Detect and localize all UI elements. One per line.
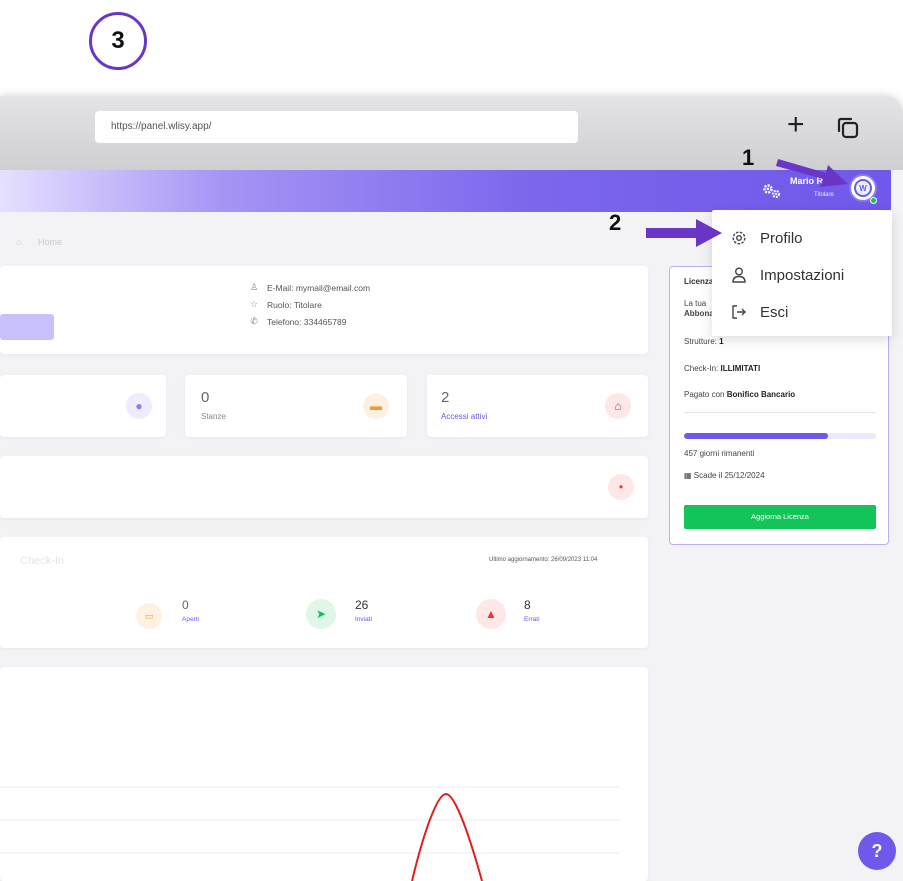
- new-tab-button[interactable]: +: [787, 110, 805, 140]
- email-label: E-Mail:: [267, 282, 294, 293]
- menu-item-settings[interactable]: Impostazioni: [730, 266, 844, 284]
- bed-icon: ▬: [363, 393, 389, 419]
- paid-value: Bonifico Bancario: [726, 390, 796, 399]
- checkin-title: Check-In: [20, 555, 65, 567]
- license-payment: Pagato con Bonifico Bancario: [684, 390, 795, 399]
- menu-item-logout[interactable]: Esci: [730, 303, 788, 321]
- structures-stat-card: ●: [0, 375, 166, 437]
- errors-label[interactable]: Errati: [524, 616, 540, 623]
- errors-value: 8: [524, 598, 531, 612]
- access-label[interactable]: Accessi attivi: [441, 412, 487, 421]
- address-bar[interactable]: https://panel.wlisy.app/: [95, 111, 578, 143]
- license-progress-fill: [684, 433, 828, 439]
- map-pin-icon: •: [608, 474, 634, 500]
- open-label[interactable]: Aperti: [182, 616, 199, 623]
- checkin-limit-label: Check-In:: [684, 364, 719, 373]
- annotation-arrow-2-icon: [646, 219, 722, 247]
- gear-icon: [732, 231, 746, 245]
- phone-label: Telefono:: [267, 316, 302, 327]
- user-dropdown-menu: Profilo Impostazioni Esci: [712, 210, 892, 336]
- last-update: Ultimo aggiornamento: 26/09/2023 11:04: [489, 557, 598, 563]
- step-number: 3: [111, 27, 125, 54]
- license-title: Licenza: [684, 277, 714, 286]
- menu-item-profile-label: Profilo: [760, 229, 803, 247]
- document-icon: ▭: [136, 603, 162, 629]
- license-divider: [684, 412, 876, 413]
- breadcrumb-home[interactable]: Home: [38, 237, 62, 247]
- profile-card: ♙ E-Mail: mymail@email.com ☆ Ruolo: Tito…: [0, 266, 648, 354]
- user-role: Titolare: [814, 192, 834, 198]
- map-card: •: [0, 456, 648, 518]
- tabs-icon[interactable]: [836, 116, 862, 140]
- breadcrumb: ⌂ Home: [16, 237, 62, 247]
- send-icon: ➤: [306, 599, 336, 629]
- open-value: 0: [182, 598, 189, 612]
- help-button[interactable]: ?: [858, 832, 896, 870]
- faded-button[interactable]: [0, 314, 54, 340]
- house-icon: ⌂: [605, 393, 631, 419]
- logout-icon: [732, 305, 746, 319]
- warning-icon: ▲: [476, 599, 506, 629]
- app-header: Mario Rossi Titolare W: [0, 170, 891, 212]
- avatar-logo: W: [854, 179, 872, 197]
- access-value: 2: [441, 389, 450, 406]
- phone-value: 334465789: [303, 316, 347, 327]
- expiry-text: Scade il 25/12/2024: [693, 471, 765, 480]
- star-icon: ☆: [249, 299, 259, 309]
- rooms-value: 0: [201, 389, 210, 406]
- menu-item-settings-label: Impostazioni: [760, 266, 845, 284]
- license-structures: Strutture: 1: [684, 337, 724, 346]
- checkin-chart: [0, 786, 620, 881]
- user-icon: ♙: [249, 282, 259, 292]
- checkin-limit-value: ILLIMITATI: [720, 364, 761, 373]
- email-row: ♙ E-Mail: mymail@email.com: [249, 282, 370, 293]
- role-label: Ruolo:: [267, 299, 292, 310]
- sent-value: 26: [355, 598, 369, 612]
- paid-label: Pagato con: [684, 390, 725, 399]
- chart-card: [0, 667, 648, 881]
- structures-value: 1: [719, 337, 724, 346]
- role-row: ☆ Ruolo: Titolare: [249, 299, 322, 310]
- annotation-arrow-1-icon: [776, 159, 848, 187]
- phone-row: ✆ Telefono: 334465789: [249, 316, 346, 327]
- phone-icon: ✆: [250, 316, 258, 326]
- access-stat-card: 2 Accessi attivi ⌂: [427, 375, 648, 437]
- license-progress-bar: [684, 433, 876, 439]
- annotation-number-2: 2: [609, 210, 622, 235]
- menu-item-profile[interactable]: Profilo: [730, 229, 803, 247]
- browser-toolbar: https://panel.wlisy.app/ +: [0, 96, 903, 170]
- days-left: 457 giorni rimanenti: [684, 449, 755, 458]
- email-value: mymail@email.com: [295, 282, 371, 293]
- role-value: Titolare: [293, 299, 322, 310]
- screenshot-root: 3 https://panel.wlisy.app/ + Mario Rossi…: [0, 0, 903, 881]
- checkin-card: Check-In Ultimo aggiornamento: 26/09/202…: [0, 537, 648, 648]
- renew-license-button[interactable]: Aggiorna Licenza: [684, 505, 876, 529]
- rooms-stat-card: 0 Stanze ▬: [185, 375, 407, 437]
- sent-label[interactable]: Inviati: [355, 616, 372, 623]
- annotation-number-1: 1: [742, 145, 755, 170]
- step-number-badge: 3: [89, 12, 147, 70]
- rooms-label: Stanze: [201, 412, 226, 421]
- user-icon: [732, 267, 746, 283]
- license-checkin: Check-In: ILLIMITATI: [684, 364, 760, 373]
- menu-item-logout-label: Esci: [760, 303, 789, 321]
- license-expiry: ▦ Scade il 25/12/2024: [684, 471, 765, 480]
- location-pin-icon: ●: [126, 393, 152, 419]
- license-line-1: La tua: [684, 299, 707, 308]
- chart-series-line: [411, 792, 483, 881]
- home-icon[interactable]: ⌂: [16, 237, 21, 247]
- calendar-icon: ▦: [684, 471, 692, 480]
- online-status-dot: [870, 197, 877, 204]
- structures-label: Strutture:: [684, 337, 717, 346]
